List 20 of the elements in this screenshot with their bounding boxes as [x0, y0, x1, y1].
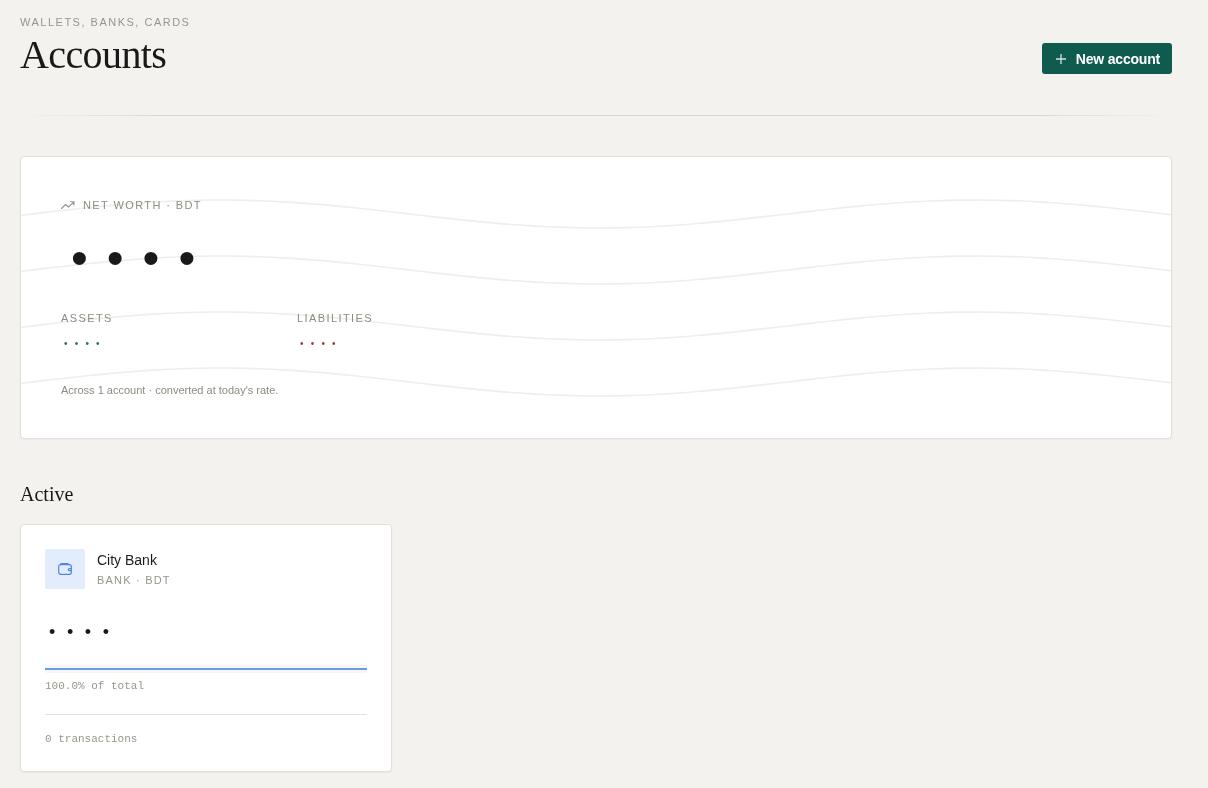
- section-title: Active: [20, 482, 74, 507]
- figure-value: ••••: [300, 337, 343, 351]
- net-worth-value: ••••: [71, 232, 215, 284]
- figure-label: ASSETS: [61, 311, 113, 325]
- account-type: BANK · BDT: [97, 573, 171, 587]
- page-title: Accounts: [20, 32, 167, 78]
- page-eyebrow: WALLETS, BANKS, CARDS: [20, 15, 191, 30]
- wallet-icon: [45, 549, 85, 589]
- plus-icon: [1055, 53, 1066, 64]
- account-balance: ••••: [49, 622, 121, 642]
- account-name: City Bank: [97, 551, 157, 569]
- trend-up-icon: [61, 201, 75, 209]
- figure-label: LIABILITIES: [297, 311, 373, 325]
- net-worth-note: Across 1 account · converted at today's rate.: [61, 383, 279, 397]
- account-card[interactable]: City Bank BANK · BDT •••• 100.0% of total 0 transactions: [20, 524, 392, 772]
- net-worth-label: NET WORTH · BDT: [83, 198, 202, 212]
- new-account-button[interactable]: New account: [1041, 43, 1172, 74]
- share-of-total: 100.0% of total: [45, 679, 145, 693]
- transaction-count: 0 transactions: [45, 732, 138, 746]
- figure-value: ••••: [64, 337, 107, 351]
